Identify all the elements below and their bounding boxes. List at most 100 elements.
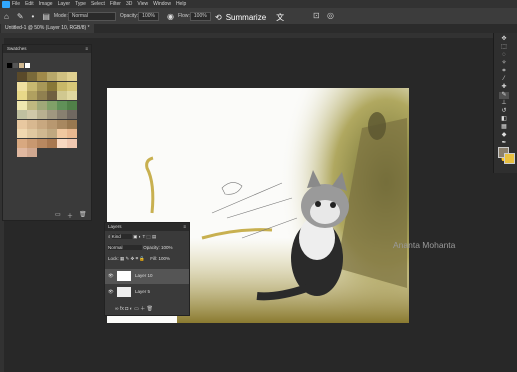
layer-name[interactable]: Layer 5 [135, 289, 150, 294]
visibility-eye-icon[interactable]: 👁 [108, 273, 114, 279]
fill-field[interactable]: 100% [159, 256, 171, 261]
menu-file[interactable]: File [12, 1, 20, 7]
mode-select[interactable]: Normal [67, 11, 116, 21]
swatch[interactable] [57, 138, 67, 148]
symmetry-icon[interactable]: ⊡ [313, 11, 320, 20]
pressure-opacity-icon[interactable]: ◉ [167, 12, 174, 21]
swatch[interactable] [47, 72, 57, 81]
menu-window[interactable]: Window [153, 1, 171, 7]
swatch[interactable] [27, 91, 37, 100]
translate-icon[interactable]: 文 [276, 12, 284, 23]
swatch[interactable] [17, 119, 27, 129]
swatch[interactable] [57, 110, 67, 119]
marquee-tool-icon[interactable]: ⬚ [499, 44, 509, 51]
layer-opacity-field[interactable]: 100% [161, 245, 173, 250]
brush-tool-icon[interactable]: ✎ [17, 12, 24, 21]
flow-field[interactable]: 100% [189, 11, 211, 21]
swatch[interactable] [47, 100, 57, 110]
swatch[interactable] [17, 148, 27, 157]
delete-layer-icon[interactable]: 🗑 [147, 306, 153, 312]
background-color-swatch[interactable] [504, 153, 515, 164]
eraser-tool-icon[interactable]: ◧ [499, 116, 509, 123]
gradient-tool-icon[interactable]: ▦ [499, 124, 509, 131]
swatch[interactable] [17, 91, 27, 100]
menu-view[interactable]: View [137, 1, 148, 7]
swatch[interactable] [37, 110, 47, 119]
swatch[interactable] [37, 91, 47, 100]
swatch[interactable] [47, 110, 57, 119]
panel-menu-icon[interactable]: ≡ [85, 45, 88, 53]
swatch[interactable] [37, 100, 47, 110]
filter-type-icon[interactable]: T [142, 234, 145, 239]
menu-layer[interactable]: Layer [58, 1, 71, 7]
swatch[interactable] [67, 138, 77, 148]
opacity-field[interactable]: 100% [138, 11, 159, 21]
swatch[interactable] [47, 81, 57, 91]
filter-smart-icon[interactable]: ▤ [152, 234, 156, 239]
swatch[interactable] [57, 129, 67, 138]
menu-help[interactable]: Help [176, 1, 186, 7]
swatch[interactable] [27, 119, 37, 129]
swatch[interactable] [27, 110, 37, 119]
swatch[interactable] [17, 129, 27, 138]
swatch[interactable] [27, 81, 37, 91]
swatch[interactable] [67, 72, 77, 81]
swatch[interactable] [57, 100, 67, 110]
layer-name[interactable]: Layer 10 [135, 273, 153, 278]
swatch[interactable] [67, 100, 77, 110]
swatch[interactable] [27, 148, 37, 157]
swatch[interactable] [67, 91, 77, 100]
brush-size-icon[interactable]: • [32, 12, 35, 21]
layer-row[interactable]: 👁 Layer 5 [105, 285, 189, 300]
swatch[interactable] [57, 91, 67, 100]
home-icon[interactable]: ⌂ [4, 12, 9, 21]
recent-swatch[interactable] [25, 63, 30, 68]
healing-brush-icon[interactable]: ✚ [499, 84, 509, 91]
blur-tool-icon[interactable]: ◆ [499, 132, 509, 139]
menu-3d[interactable]: 3D [126, 1, 132, 7]
delete-swatch-icon[interactable]: 🗑 [79, 211, 87, 218]
lock-icons[interactable]: ▦ ✎ ✥ ⌗ 🔒 [120, 256, 145, 261]
visibility-eye-icon[interactable]: 👁 [108, 289, 114, 295]
swatch[interactable] [17, 100, 27, 110]
summarize-button[interactable]: ⟲ Summarize 文 [215, 10, 284, 24]
swatch[interactable] [37, 138, 47, 148]
swatch[interactable] [27, 72, 37, 81]
history-brush-icon[interactable]: ↺ [499, 108, 509, 115]
swatch[interactable] [37, 119, 47, 129]
swatch[interactable] [57, 119, 67, 129]
swatch[interactable] [47, 119, 57, 129]
filter-pixel-icon[interactable]: ▣ [133, 234, 137, 239]
menu-edit[interactable]: Edit [25, 1, 34, 7]
new-swatch-icon[interactable]: ＋ [67, 211, 73, 220]
layer-row[interactable]: 👁 Layer 10 [105, 269, 189, 284]
kind-filter-select[interactable]: Kind [111, 234, 132, 239]
new-group-icon[interactable]: ▭ [134, 306, 139, 312]
adjustment-layer-icon[interactable]: ◐ [130, 306, 133, 312]
swatch[interactable] [67, 81, 77, 91]
swatch[interactable] [67, 129, 77, 138]
eyedropper-tool-icon[interactable]: ⁄ [499, 76, 509, 83]
swatch[interactable] [27, 100, 37, 110]
swatch[interactable] [47, 138, 57, 148]
swatch[interactable] [57, 72, 67, 81]
add-mask-icon[interactable]: ◘ [125, 306, 128, 312]
swatch[interactable] [37, 129, 47, 138]
swatch[interactable] [47, 91, 57, 100]
document-tab[interactable]: Untitled-1 @ 50% (Layer 10, RGB/8) * [1, 24, 94, 33]
swatch[interactable] [47, 129, 57, 138]
swatch[interactable] [67, 119, 77, 129]
swatch[interactable] [17, 138, 27, 148]
fx-icon[interactable]: fx [120, 306, 124, 312]
menu-type[interactable]: Type [75, 1, 86, 7]
swatch[interactable] [27, 138, 37, 148]
crop-tool-icon[interactable]: ⌗ [499, 68, 509, 75]
swatch[interactable] [27, 129, 37, 138]
menu-image[interactable]: Image [39, 1, 53, 7]
recent-swatch[interactable] [13, 63, 18, 68]
brush-tool-icon[interactable]: ✎ [499, 92, 509, 99]
swatch[interactable] [37, 81, 47, 91]
pen-tool-icon[interactable]: ✒ [499, 140, 509, 147]
menu-filter[interactable]: Filter [110, 1, 121, 7]
swatch[interactable] [17, 110, 27, 119]
